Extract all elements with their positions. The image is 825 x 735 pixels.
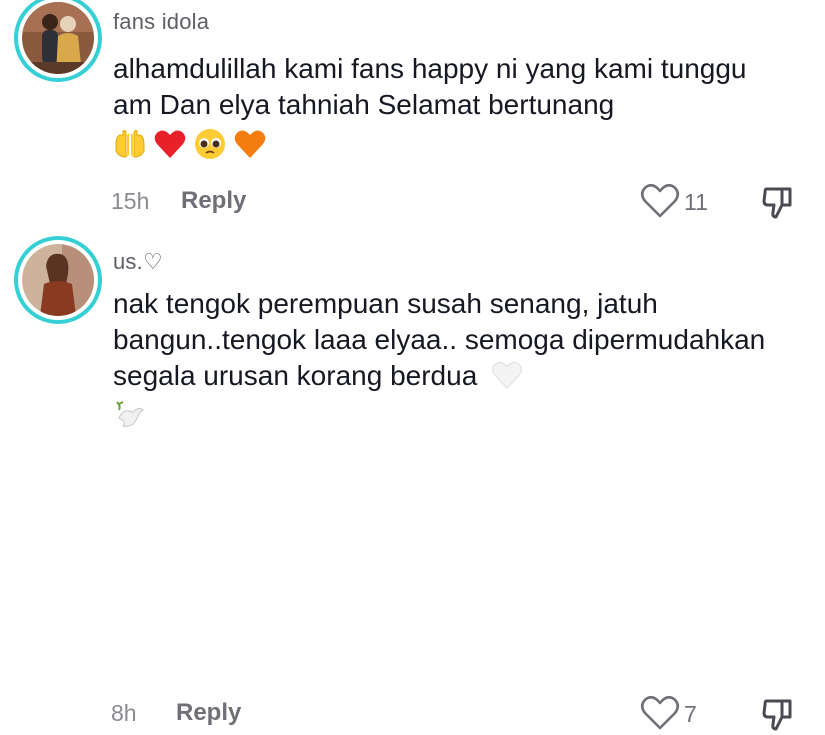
emoji-row [113,398,793,432]
heart-icon[interactable] [640,183,680,219]
reply-button[interactable]: Reply [176,699,241,727]
orange-heart-icon [234,130,266,158]
comment-time: 15h [111,188,150,214]
red-heart-icon [154,130,186,158]
heart-icon[interactable] [640,695,680,731]
dislike-icon[interactable] [758,183,798,223]
pleading-face-icon [195,129,225,159]
avatar[interactable] [14,236,102,324]
comment-time: 8h [111,700,137,726]
avatar-image [22,244,94,316]
comment-text: alhamdulillah kami fans happy ni yang ka… [113,51,793,161]
like-count: 7 [684,701,697,727]
dislike-icon[interactable] [758,695,798,735]
avatar[interactable] [14,0,102,82]
avatar-image [22,2,94,74]
comment-meta: 8h Reply 7 [0,695,825,735]
white-heart-icon [492,361,522,389]
dove-icon [116,401,144,427]
comment-username[interactable]: fans idola [113,9,209,35]
comment-meta: 15h Reply 11 [0,183,825,223]
raising-hands-icon [115,130,145,158]
comment-body: alhamdulillah kami fans happy ni yang ka… [113,53,747,120]
like-count: 11 [684,189,708,215]
comment-body: nak tengok perempuan susah senang, jatuh… [113,288,766,391]
reply-button[interactable]: Reply [181,187,246,215]
comment-username[interactable]: us.♡ [113,249,163,275]
comment-text: nak tengok perempuan susah senang, jatuh… [113,286,793,432]
emoji-row [113,127,793,161]
